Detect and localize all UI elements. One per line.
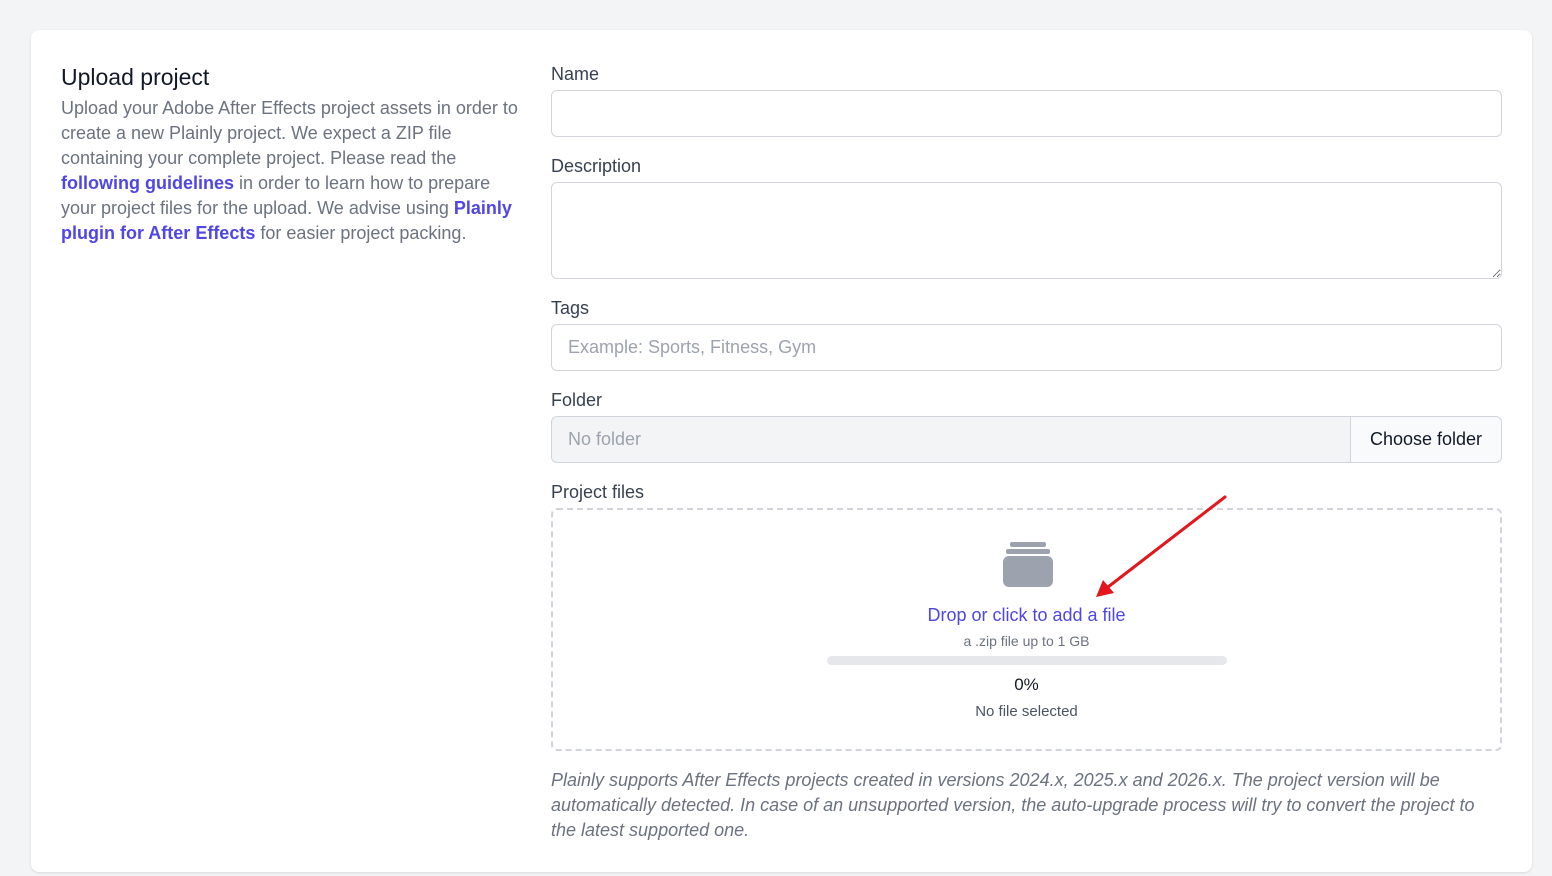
name-input[interactable] — [551, 90, 1502, 137]
folder-label: Folder — [551, 390, 603, 410]
project-files-label: Project files — [551, 482, 645, 502]
intro-text-3: for easier project packing. — [255, 223, 467, 243]
dropzone-subtitle: a .zip file up to 1 GB — [963, 633, 1090, 649]
tags-label: Tags — [551, 298, 590, 318]
file-dropzone[interactable]: Drop or click to add a file a .zip file … — [551, 508, 1502, 751]
name-label: Name — [551, 64, 600, 84]
intro-text-1: Upload your Adobe After Effects project … — [61, 98, 518, 168]
upload-status: No file selected — [975, 703, 1078, 720]
guidelines-link[interactable]: following guidelines — [61, 173, 234, 193]
upload-progress-percent: 0% — [1014, 675, 1039, 694]
archive-icon — [1003, 542, 1053, 587]
upload-project-card: Upload project Upload your Adobe After E… — [31, 30, 1532, 872]
description-label: Description — [551, 156, 642, 176]
dropzone-title[interactable]: Drop or click to add a file — [553, 603, 1500, 627]
intro-section: Upload project Upload your Adobe After E… — [61, 62, 526, 246]
choose-folder-button[interactable]: Choose folder — [1350, 416, 1502, 463]
tags-input[interactable] — [551, 324, 1502, 371]
page-title: Upload project — [61, 64, 210, 90]
version-support-note: Plainly supports After Effects projects … — [551, 770, 1475, 840]
folder-value: No folder — [551, 416, 1350, 463]
intro-description: Upload your Adobe After Effects project … — [61, 96, 526, 246]
folder-selector: No folder Choose folder — [551, 416, 1502, 463]
upload-progress-bar — [827, 656, 1227, 665]
description-textarea[interactable] — [551, 182, 1502, 279]
